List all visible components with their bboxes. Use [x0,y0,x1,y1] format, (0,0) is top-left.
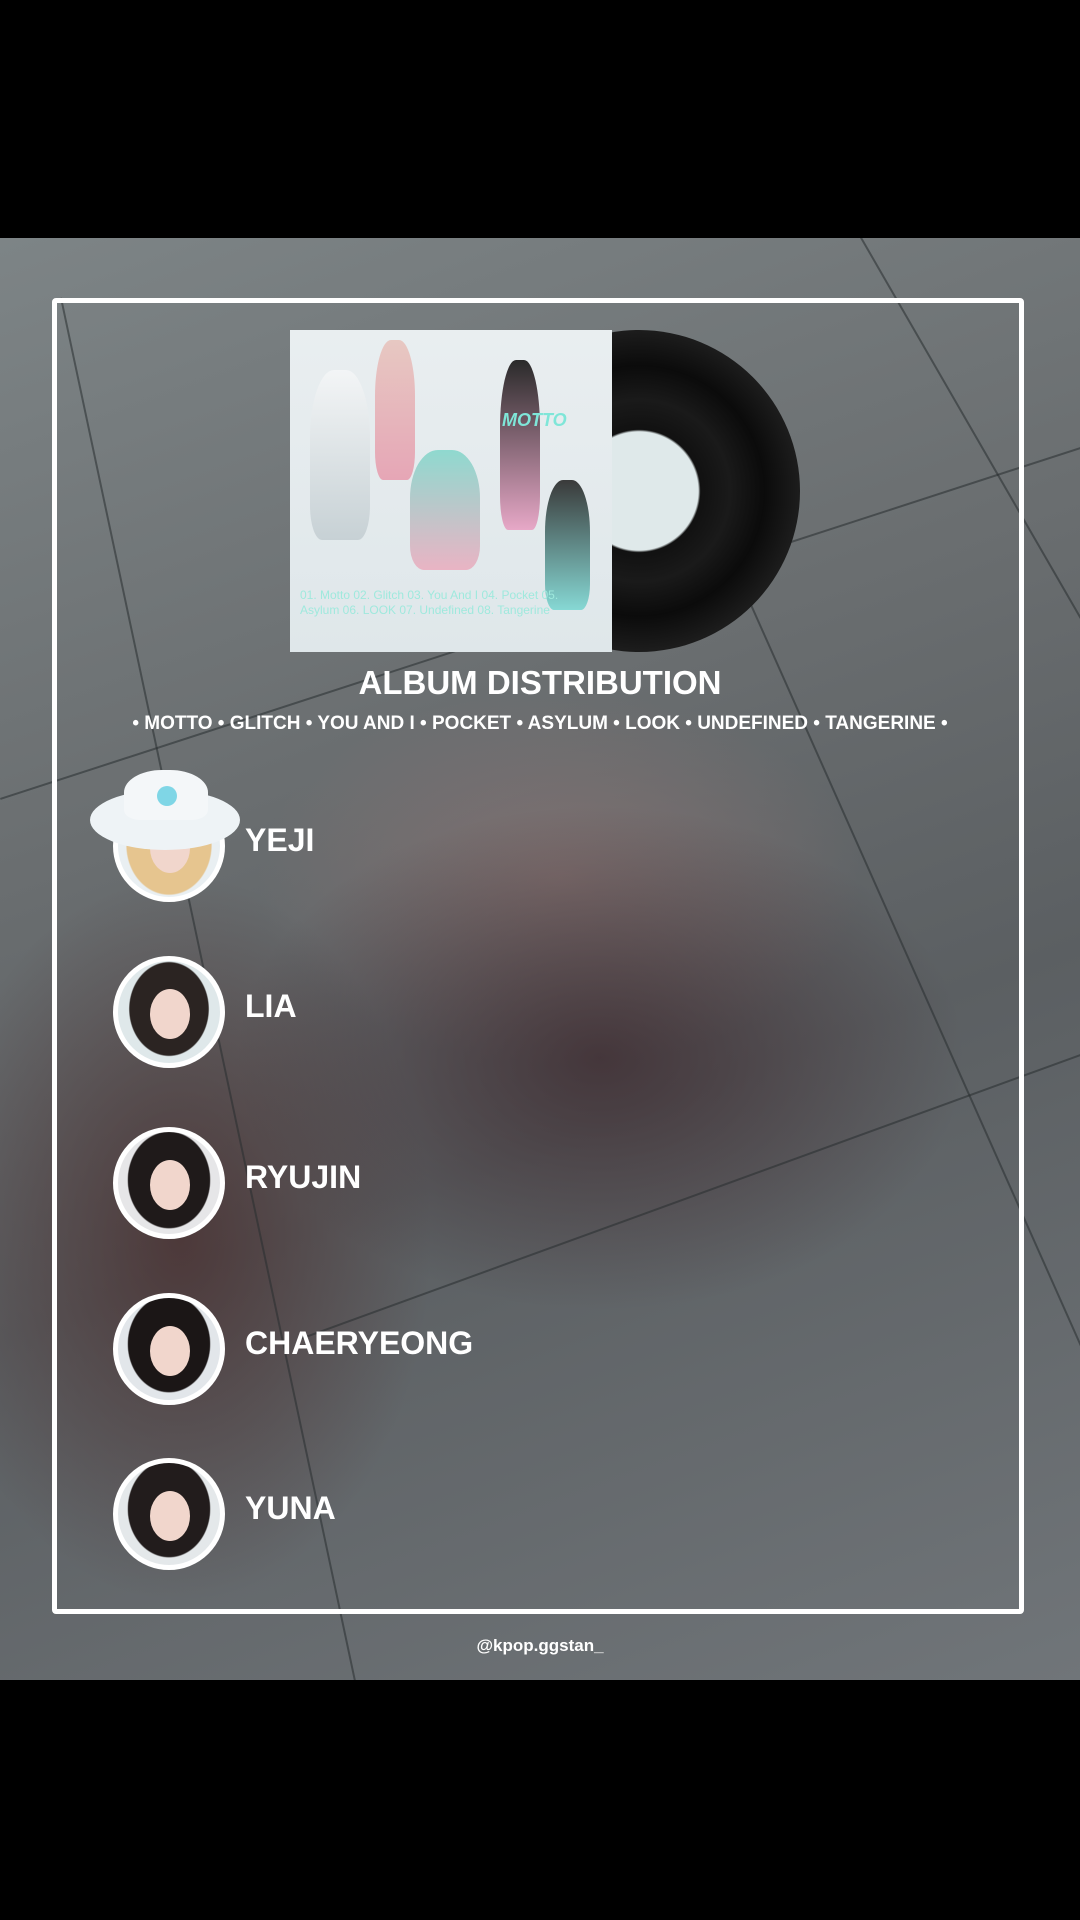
member-name: LIA [245,988,297,1024]
member-row-chaeryeong: CHAERYEONG [113,1293,713,1405]
cover-figure [310,370,370,540]
page-title: ALBUM DISTRIBUTION [358,664,722,701]
member-name: YUNA [245,1490,336,1526]
album-cover: MOTTO 01. Motto 02. Glitch 03. You And I… [290,330,612,652]
member-name: CHAERYEONG [245,1325,474,1361]
avatar-chaeryeong [113,1293,225,1405]
avatar-lia [113,956,225,1068]
cover-logo: MOTTO [502,410,567,430]
track-list: • MOTTO • GLITCH • YOU AND I • POCKET • … [132,713,948,734]
member-row-ryujin: RYUJIN [113,1127,713,1239]
hat-charm-icon [157,786,177,806]
avatar-yuna [113,1458,225,1570]
cover-figure [375,340,415,480]
member-row-lia: LIA [113,956,713,1068]
cover-figure [500,360,540,530]
member-name: RYUJIN [245,1159,362,1195]
avatar-ryujin [113,1127,225,1239]
member-row-yuna: YUNA [113,1458,713,1570]
cover-figure [410,450,480,570]
cover-tracklist: 01. Motto 02. Glitch 03. You And I 04. P… [300,588,559,617]
watermark-handle: @kpop.ggstan_ [476,1636,604,1655]
member-name: YEJI [245,822,315,858]
